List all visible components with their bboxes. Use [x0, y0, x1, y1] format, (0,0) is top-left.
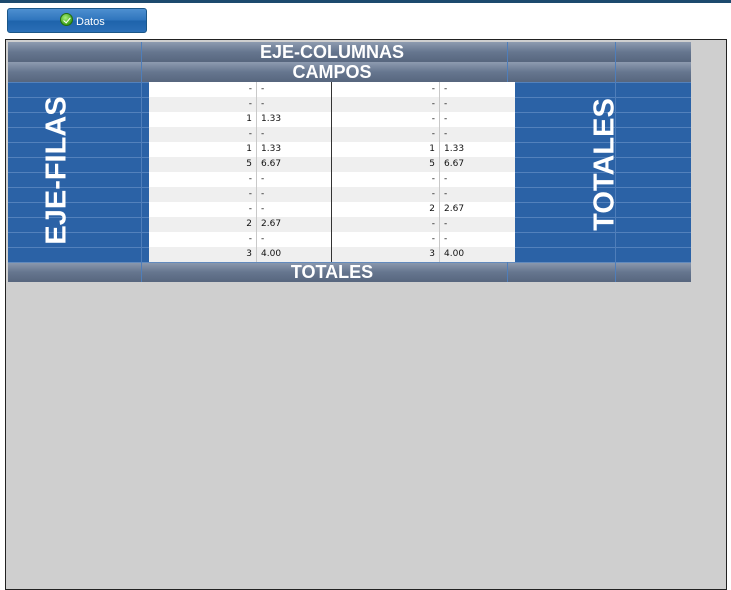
table-cell: - [257, 232, 332, 247]
table-cell: - [149, 187, 257, 202]
table-cell: - [149, 97, 257, 112]
table-cell: - [332, 232, 440, 247]
table-cell: 4.00 [257, 247, 332, 262]
table-cell: 5 [149, 157, 257, 172]
table-cell: 5 [332, 157, 440, 172]
table-cell: - [444, 114, 448, 124]
table-cell: 1 [149, 112, 257, 127]
table-row: ---- [149, 172, 515, 187]
table-cell: - [332, 97, 440, 112]
datos-button-label: Datos [76, 16, 105, 28]
table-cell: - [444, 174, 448, 184]
col-divider [141, 42, 142, 282]
table-cell: - [332, 127, 440, 142]
table-row: ---- [149, 82, 515, 97]
table-row: 1 1.33- - [149, 112, 515, 127]
table-cell: - [444, 129, 448, 139]
table-cell: 1.33 [257, 142, 332, 157]
table-row: 3 4.00 3 4.00 [149, 247, 515, 262]
table-cell: - [332, 172, 440, 187]
table-cell: - [149, 82, 257, 97]
table-cell: 6.67 [257, 157, 332, 172]
table-cell: - [332, 112, 440, 127]
table-cell: - [444, 234, 448, 244]
table-row: ---- [149, 97, 515, 112]
table-row: ---- [149, 127, 515, 142]
table-cell: - [149, 202, 257, 217]
table-cell: - [444, 189, 448, 199]
eje-filas-label: EJE-FILAS [40, 96, 73, 245]
row-line [8, 262, 691, 263]
table-row: ---- [149, 187, 515, 202]
top-border [0, 0, 731, 3]
table-cell: 6.67 [444, 159, 465, 169]
table-cell: 4.00 [444, 249, 465, 259]
table-cell: 2.67 [444, 204, 465, 214]
table-cell: 3 [149, 247, 257, 262]
table-cell: - [444, 84, 448, 94]
table-cell: 1 [332, 142, 440, 157]
table-cell: - [257, 82, 332, 97]
table-cell: 2 [149, 217, 257, 232]
table-row: ---- [149, 232, 515, 247]
table-cell: 1.33 [257, 112, 332, 127]
table-cell: - [149, 172, 257, 187]
table-cell: - [332, 187, 440, 202]
table-row: 1 1.33 1 1.33 [149, 142, 515, 157]
table-row: - -2 2.67 [149, 202, 515, 217]
table-cell: - [257, 202, 332, 217]
table-cell: - [332, 82, 440, 97]
campos-title: CAMPOS [292, 62, 372, 82]
table-cell: - [149, 127, 257, 142]
table-cell: - [257, 172, 332, 187]
datos-button[interactable]: Datos [7, 8, 147, 33]
check-icon [60, 13, 73, 26]
table-cell: - [257, 97, 332, 112]
table-cell: 1 [149, 142, 257, 157]
table-cell: - [444, 99, 448, 109]
table-row: 2 2.67- - [149, 217, 515, 232]
table-cell: - [149, 232, 257, 247]
table-cell: 3 [332, 247, 440, 262]
table-cell: 2.67 [257, 217, 332, 232]
totales-bottom-title: TOTALES [290, 262, 374, 282]
table-cell: - [332, 217, 440, 232]
totales-right-label: TOTALES [588, 98, 621, 231]
table-row: 5 6.67 5 6.67 [149, 157, 515, 172]
eje-columnas-title: EJE-COLUMNAS [259, 42, 404, 62]
table-cell: 1.33 [444, 144, 465, 154]
table-cell: - [444, 219, 448, 229]
pivot-table: EJE-COLUMNAS CAMPOS TOTALES EJE-FILAS TO… [8, 42, 691, 282]
table-cell: - [257, 127, 332, 142]
table-cell: - [257, 187, 332, 202]
pivot-cells: - - - - - - - -1 1.33- - - - - -1 1.33 1 1.33 5 6.67 5 6.67-… [149, 82, 515, 262]
table-cell: 2 [332, 202, 440, 217]
